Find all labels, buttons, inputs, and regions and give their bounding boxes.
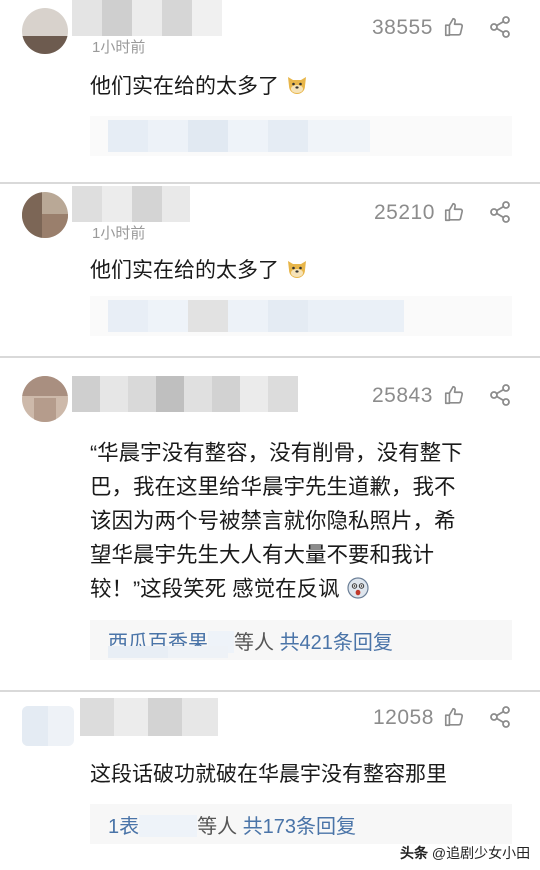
doge-emoji <box>287 77 306 94</box>
share-icon[interactable] <box>488 383 512 407</box>
watermark-head: 头条 <box>400 845 428 861</box>
comment-1: 1小时前 38555 他们实在给的太多了 <box>0 0 540 182</box>
like-count: 38555 <box>372 16 433 39</box>
reply-summary[interactable] <box>90 296 512 336</box>
reply-count-link[interactable]: 共173条回复 <box>243 816 356 838</box>
avatar[interactable] <box>22 8 68 54</box>
comment-time: 1小时前 <box>92 39 146 54</box>
thumb-up-icon[interactable] <box>443 201 465 223</box>
avatar[interactable] <box>22 192 68 238</box>
avatar[interactable] <box>22 706 74 746</box>
reply-summary-text: 1表 等人 共173条回复 <box>108 815 357 838</box>
reply-summary[interactable] <box>90 116 512 156</box>
reply-count-link[interactable]: 共421条回复 <box>280 632 393 654</box>
comment-3: 25843 “华晨宇没有整容，没有削骨，没有整下 巴，我在这里给华晨宇先生道歉，… <box>0 358 540 688</box>
avatar[interactable] <box>22 376 68 422</box>
like-count: 25210 <box>374 201 435 224</box>
thumb-up-icon[interactable] <box>443 706 465 728</box>
like-count: 12058 <box>373 706 434 729</box>
comment-text: 他们实在给的太多了 <box>90 70 512 104</box>
comment-text: 他们实在给的太多了 <box>90 254 512 288</box>
scared-emoji <box>347 577 369 599</box>
blurred-username[interactable] <box>72 0 222 36</box>
blurred-reply <box>108 646 228 658</box>
blurred-username[interactable] <box>72 376 298 412</box>
watermark-author: @追剧少女小田 <box>431 845 531 861</box>
thumb-up-icon[interactable] <box>443 384 465 406</box>
watermark: 头条 @追剧少女小田 <box>400 843 530 863</box>
like-count: 25843 <box>372 384 433 407</box>
reply-author-link[interactable]: 1表 <box>108 816 139 838</box>
blurred-username[interactable] <box>72 186 190 222</box>
comment-time: 1小时前 <box>92 225 146 240</box>
share-icon[interactable] <box>488 200 512 224</box>
blurred-username[interactable] <box>80 698 218 736</box>
blurred-reply <box>108 120 370 152</box>
thumb-up-icon[interactable] <box>443 16 465 38</box>
comment-text: “华晨宇没有整容，没有削骨，没有整下 巴，我在这里给华晨宇先生道歉，我不 该因为… <box>90 441 463 601</box>
comment-text: 这段话破功就破在华晨宇没有整容那里 <box>90 763 447 786</box>
share-icon[interactable] <box>488 15 512 39</box>
doge-emoji <box>287 261 306 278</box>
reply-summary[interactable]: 1表 等人 共173条回复 <box>90 804 512 844</box>
blurred-reply <box>108 300 404 332</box>
share-icon[interactable] <box>488 705 512 729</box>
comment-2: 1小时前 25210 他们实在给的太多了 <box>0 184 540 356</box>
reply-summary[interactable]: 西瓜百香果 等人 共421条回复 <box>90 620 512 660</box>
